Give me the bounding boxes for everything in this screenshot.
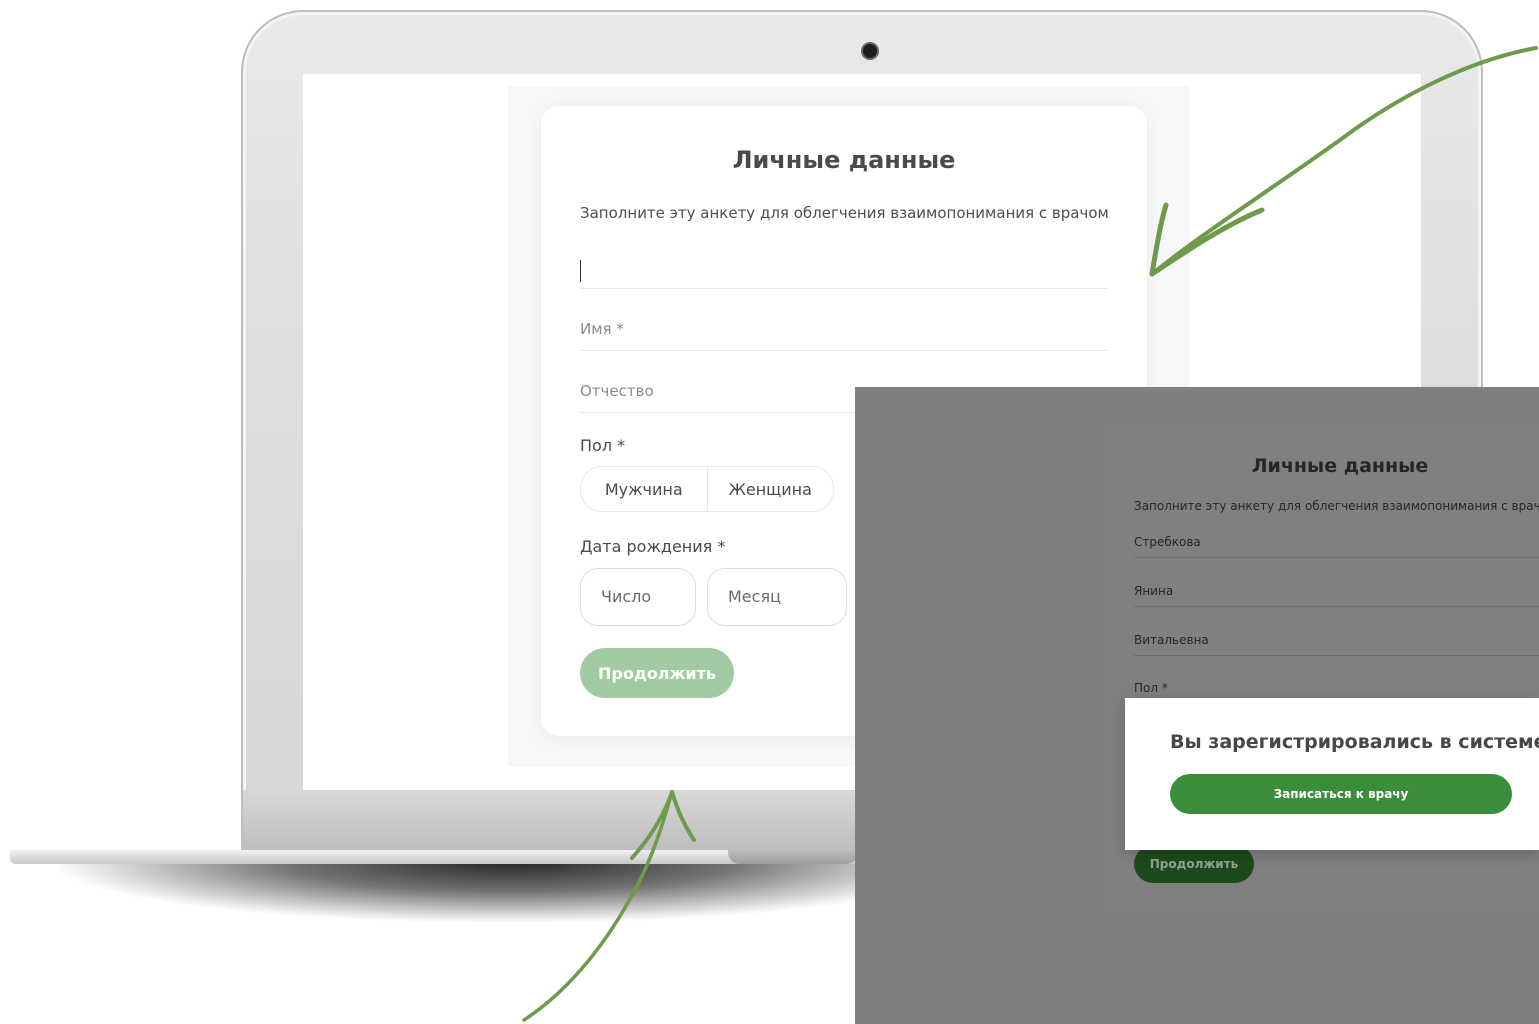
continue-button[interactable]: Продолжить xyxy=(580,648,734,698)
success-modal: Вы зарегистрировались в системе Записать… xyxy=(1125,698,1539,850)
text-caret xyxy=(580,260,581,282)
name-input[interactable]: Имя * xyxy=(580,306,1108,351)
gender-label: Пол * xyxy=(580,436,626,455)
overlay-name-value: Янина xyxy=(1134,584,1174,598)
birth-day-placeholder: Число xyxy=(601,587,652,606)
form-subtitle: Заполните эту анкету для облегчения взаи… xyxy=(580,204,1109,222)
name-placeholder: Имя * xyxy=(580,320,624,338)
overlay-subtitle: Заполните эту анкету для облегчения взаи… xyxy=(1134,499,1539,513)
overlay-gender-label: Пол * xyxy=(1134,681,1168,695)
birth-day-input[interactable]: Число xyxy=(580,568,696,626)
birthdate-label: Дата рождения * xyxy=(580,537,726,556)
overlay-title: Личные данные xyxy=(1251,455,1429,477)
gender-option-male[interactable]: Мужчина xyxy=(581,467,707,511)
overlay-patronymic-field[interactable]: Витальевна xyxy=(1134,625,1539,656)
overlay-name-field[interactable]: Янина xyxy=(1134,576,1539,607)
overlay-continue-button[interactable]: Продолжить xyxy=(1134,845,1254,883)
webcam-icon xyxy=(861,42,879,60)
page-title: Личные данные xyxy=(732,146,956,174)
patronymic-placeholder: Отчество xyxy=(580,382,654,400)
gender-option-female[interactable]: Женщина xyxy=(706,467,834,511)
laptop-base-notch xyxy=(728,850,858,864)
gender-selector: Мужчина Женщина xyxy=(580,466,834,512)
registration-success-screenshot: Личные данные Заполните эту анкету для о… xyxy=(855,387,1539,1024)
birth-month-placeholder: Месяц xyxy=(728,587,781,606)
book-doctor-button[interactable]: Записаться к врачу xyxy=(1170,774,1512,814)
overlay-patronymic-value: Витальевна xyxy=(1134,633,1209,647)
birth-month-input[interactable]: Месяц xyxy=(707,568,847,626)
overlay-surname-field[interactable]: Стребкова xyxy=(1134,527,1539,558)
success-message: Вы зарегистрировались в системе xyxy=(1170,731,1539,753)
overlay-surname-value: Стребкова xyxy=(1134,535,1201,549)
surname-input[interactable] xyxy=(580,244,1108,289)
laptop-shadow xyxy=(60,862,960,922)
